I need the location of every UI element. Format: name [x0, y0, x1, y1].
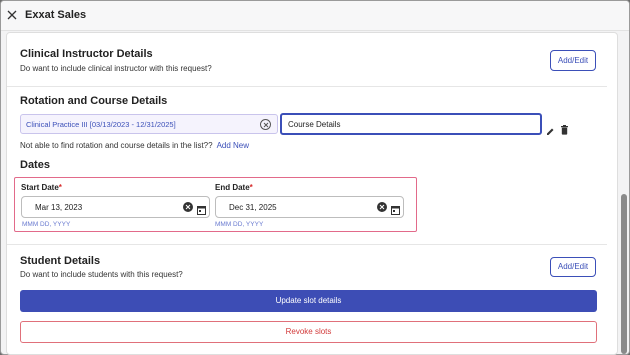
close-icon[interactable] [6, 9, 18, 21]
title-bar: Exxat Sales [1, 1, 629, 31]
clear-circle-icon[interactable] [260, 119, 271, 130]
start-date-value: Mar 13, 2023 [35, 203, 83, 212]
end-date-field[interactable]: Dec 31, 2025 [215, 196, 404, 218]
student-details-title: Student Details [20, 255, 101, 267]
window-title: Exxat Sales [25, 9, 87, 21]
student-add-edit-button[interactable]: Add/Edit [550, 257, 596, 277]
rotation-section-title: Rotation and Course Details [20, 95, 168, 107]
calendar-icon[interactable] [197, 202, 206, 215]
update-slot-details-button[interactable]: Update slot details [20, 290, 597, 312]
rotation-select[interactable]: Clinical Practice III [03/13/2023 - 12/3… [20, 114, 278, 134]
clinical-instructor-add-edit-button[interactable]: Add/Edit [550, 50, 596, 71]
end-date-value: Dec 31, 2025 [229, 203, 277, 212]
calendar-icon[interactable] [391, 202, 400, 215]
end-date-label: End Date* [215, 183, 253, 192]
dates-title: Dates [20, 159, 50, 171]
clinical-instructor-title: Clinical Instructor Details [20, 48, 153, 60]
add-new-line: Not able to find rotation and course det… [20, 141, 249, 150]
clear-circle-icon[interactable] [377, 202, 387, 212]
course-details-input[interactable]: Course Details [280, 113, 542, 135]
start-date-label: Start Date* [21, 183, 62, 192]
student-details-subtitle: Do want to include students with this re… [20, 270, 183, 279]
scrollbar-thumb[interactable] [621, 194, 627, 354]
clear-circle-icon[interactable] [183, 202, 193, 212]
divider [7, 86, 607, 87]
not-found-text: Not able to find rotation and course det… [20, 141, 213, 150]
form-panel: Clinical Instructor Details Do want to i… [6, 32, 618, 355]
pencil-icon[interactable] [546, 123, 555, 141]
start-date-field[interactable]: Mar 13, 2023 [21, 196, 210, 218]
revoke-slots-button[interactable]: Revoke slots [20, 321, 597, 343]
trash-icon[interactable] [560, 122, 569, 140]
rotation-select-value: Clinical Practice III [03/13/2023 - 12/3… [26, 120, 176, 129]
dates-highlight-box: Start Date* Mar 13, 2023 MMM DD, YYYY En… [14, 177, 417, 232]
start-date-hint: MMM DD, YYYY [22, 221, 71, 228]
scrollbar[interactable] [620, 32, 628, 355]
add-new-link[interactable]: Add New [217, 141, 249, 150]
clinical-instructor-subtitle: Do want to include clinical instructor w… [20, 64, 212, 73]
divider [7, 244, 607, 245]
end-date-hint: MMM DD, YYYY [215, 221, 264, 228]
course-details-value: Course Details [288, 120, 341, 129]
